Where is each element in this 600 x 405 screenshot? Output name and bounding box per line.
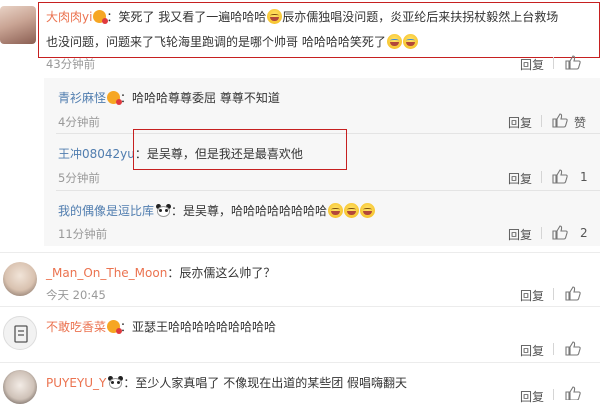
reply-1-like-icon[interactable] <box>552 113 568 131</box>
comment-2-time: 今天 20:45 <box>46 288 106 302</box>
laugh-emoji-icon <box>344 203 360 218</box>
reply-3-reply-button[interactable]: 回复 <box>508 226 532 243</box>
comment-1-like-icon[interactable] <box>565 55 581 73</box>
divider <box>553 389 554 400</box>
avatar[interactable] <box>0 6 36 44</box>
comment-4-username[interactable]: PUYEYU_Y <box>46 376 106 390</box>
comment-4-reply-button[interactable]: 回复 <box>520 388 544 405</box>
divider <box>0 306 600 307</box>
reply-3-time: 11分钟前 <box>58 227 108 241</box>
comment-4-line: PUYEYU_Y ：至少人家真唱了 不像现在出道的某些团 假唱嗨翻天 <box>46 376 408 390</box>
reply-1-username[interactable]: 青衫麻怪 <box>58 91 106 105</box>
laugh-emoji-icon <box>328 203 344 218</box>
member-badge-icon <box>107 320 123 334</box>
comment-3-username[interactable]: 不敢吃香菜 <box>46 320 106 334</box>
reply-2-username[interactable]: 王冲08042yu <box>58 147 135 161</box>
reply-1-time: 4分钟前 <box>58 115 100 129</box>
reply-2-time: 5分钟前 <box>58 171 100 185</box>
avatar[interactable] <box>3 370 37 404</box>
divider <box>0 252 600 253</box>
reply-2-like-count: 1 <box>580 170 588 184</box>
divider <box>553 57 554 69</box>
divider <box>56 190 600 191</box>
divider <box>541 171 542 183</box>
avatar[interactable] <box>3 262 37 296</box>
avatar[interactable] <box>3 316 37 350</box>
highlight-box <box>38 2 600 58</box>
comment-3-line: 不敢吃香菜 ：亚瑟王哈哈哈哈哈哈哈哈哈 <box>46 320 277 334</box>
reply-1-reply-button[interactable]: 回复 <box>508 114 532 131</box>
divider <box>541 227 542 239</box>
divider <box>0 362 600 363</box>
reply-3-username[interactable]: 我的偶像是逗比库 <box>58 204 154 218</box>
reply-1-line: 青衫麻怪 ：哈哈哈尊尊委屈 尊尊不知道 <box>58 91 280 105</box>
reply-3-line: 我的偶像是逗比库 ：是吴尊，哈哈哈哈哈哈哈哈 <box>58 202 376 219</box>
reply-1-like-label[interactable]: 赞 <box>574 114 586 131</box>
reply-2-like-icon[interactable] <box>552 169 568 187</box>
comment-1-time: 43分钟前 <box>46 57 96 71</box>
panda-icon <box>108 376 124 389</box>
highlight-box <box>133 129 347 170</box>
comment-2-line: _Man_On_The_Moon：辰亦儒这么帅了？ <box>46 266 276 280</box>
comment-2-like-icon[interactable] <box>565 286 581 304</box>
comment-3-reply-button[interactable]: 回复 <box>520 342 544 359</box>
laugh-emoji-icon <box>360 203 376 218</box>
comment-1-reply-button[interactable]: 回复 <box>520 56 544 73</box>
reply-2-reply-button[interactable]: 回复 <box>508 170 532 187</box>
comment-3-like-icon[interactable] <box>565 341 581 359</box>
reply-3-like-icon[interactable] <box>552 225 568 243</box>
divider <box>553 288 554 300</box>
comment-2-reply-button[interactable]: 回复 <box>520 287 544 304</box>
reply-3-like-count: 2 <box>580 226 588 240</box>
panda-icon <box>156 204 172 217</box>
divider <box>541 115 542 127</box>
comment-4-like-icon[interactable] <box>565 386 581 403</box>
divider <box>553 343 554 355</box>
member-badge-icon <box>107 91 123 105</box>
comment-2-username[interactable]: _Man_On_The_Moon <box>46 266 167 280</box>
